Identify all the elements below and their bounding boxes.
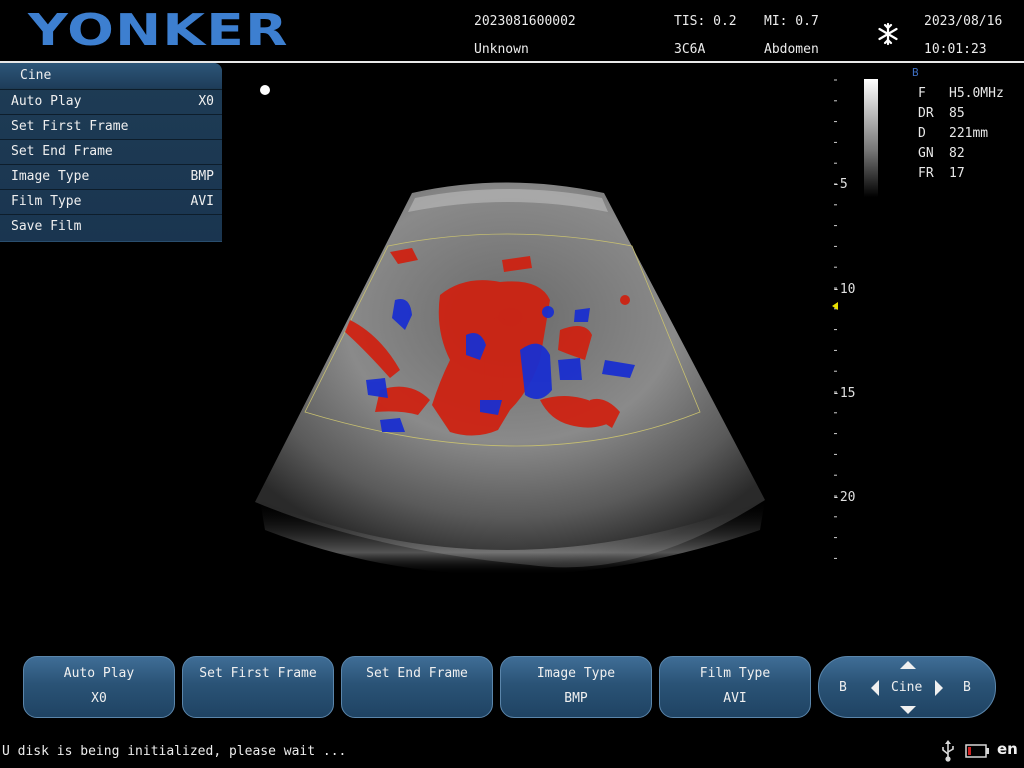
arrow-down-icon[interactable] xyxy=(899,705,917,715)
mi-value: MI: 0.7 xyxy=(764,14,819,29)
brand-logo: YONKER xyxy=(28,5,289,56)
cine-menu: Cine Auto Play X0 Set First Frame Set En… xyxy=(0,63,222,242)
depth-label: -15 xyxy=(832,386,856,401)
menu-item-image-type[interactable]: Image Type BMP xyxy=(0,164,222,188)
battery-icon xyxy=(965,744,989,758)
menu-item-auto-play[interactable]: Auto Play X0 xyxy=(0,89,222,113)
param-gain: GN 82 xyxy=(918,146,965,161)
softkey-value: AVI xyxy=(723,691,747,706)
depth-label: -20 xyxy=(832,490,856,505)
imaging-params: F H5.0MHz DR 85 D 221mm GN 82 FR 17 xyxy=(918,84,1004,184)
menu-item-label: Set End Frame xyxy=(11,144,113,159)
nav-center-label: Cine xyxy=(891,680,923,695)
softkey-set-end-frame[interactable]: Set End Frame xyxy=(341,656,493,718)
menu-item-set-end-frame[interactable]: Set End Frame xyxy=(0,139,222,163)
param-dynamic-range: DR 85 xyxy=(918,106,965,121)
softkey-label: Set End Frame xyxy=(366,666,468,681)
softkey-label: Auto Play xyxy=(63,666,135,681)
probe-name: 3C6A xyxy=(674,42,706,57)
softkey-auto-play[interactable]: Auto Play X0 xyxy=(23,656,175,718)
softkey-value: BMP xyxy=(564,691,588,706)
softkey-label: Set First Frame xyxy=(199,666,317,681)
softkey-image-type[interactable]: Image Type BMP xyxy=(500,656,652,718)
menu-item-value: AVI xyxy=(190,194,214,209)
softkey-value: X0 xyxy=(91,691,107,706)
patient-id: 2023081600002 xyxy=(474,14,576,29)
softkey-set-first-frame[interactable]: Set First Frame xyxy=(182,656,334,718)
menu-item-label: Set First Frame xyxy=(11,119,129,134)
param-frame-rate: FR 17 xyxy=(918,166,965,181)
gray-scale-bar xyxy=(864,79,878,197)
mode-label: B xyxy=(912,66,919,79)
exam-time: 10:01:23 xyxy=(924,42,987,57)
nav-left-label: B xyxy=(839,680,847,695)
cine-nav-pad[interactable]: B Cine B xyxy=(818,656,996,718)
arrow-right-icon[interactable] xyxy=(934,679,944,697)
menu-item-film-type[interactable]: Film Type AVI xyxy=(0,189,222,213)
menu-item-label: Auto Play xyxy=(11,94,82,109)
softkey-film-type[interactable]: Film Type AVI xyxy=(659,656,811,718)
exam-date: 2023/08/16 xyxy=(924,14,1003,29)
menu-item-label: Film Type xyxy=(11,194,82,209)
snowflake-icon xyxy=(878,22,898,46)
menu-item-label: Image Type xyxy=(11,169,90,184)
arrow-left-icon[interactable] xyxy=(870,679,880,697)
param-frequency: F H5.0MHz xyxy=(918,86,1004,101)
language-indicator[interactable]: en xyxy=(997,740,1018,758)
nav-right-label: B xyxy=(963,680,971,695)
usb-icon xyxy=(942,740,954,762)
depth-label: -5 xyxy=(832,177,848,192)
status-message: U disk is being initialized, please wait… xyxy=(2,744,347,759)
menu-item-label: Save Film xyxy=(11,219,82,234)
cine-menu-title: Cine xyxy=(0,63,222,88)
ultrasound-image xyxy=(255,85,765,575)
softkey-label: Film Type xyxy=(699,666,771,681)
depth-label: -10 xyxy=(832,282,856,297)
softkey-label: Image Type xyxy=(536,666,616,681)
patient-name: Unknown xyxy=(474,42,529,57)
menu-item-value: BMP xyxy=(190,169,214,184)
menu-item-save-film[interactable]: Save Film xyxy=(0,214,222,238)
arrow-up-icon[interactable] xyxy=(899,660,917,670)
param-depth: D 221mm xyxy=(918,126,989,141)
menu-item-value: X0 xyxy=(198,94,214,109)
menu-item-set-first-frame[interactable]: Set First Frame xyxy=(0,114,222,138)
tis-value: TIS: 0.2 xyxy=(674,14,737,29)
exam-preset: Abdomen xyxy=(764,42,819,57)
